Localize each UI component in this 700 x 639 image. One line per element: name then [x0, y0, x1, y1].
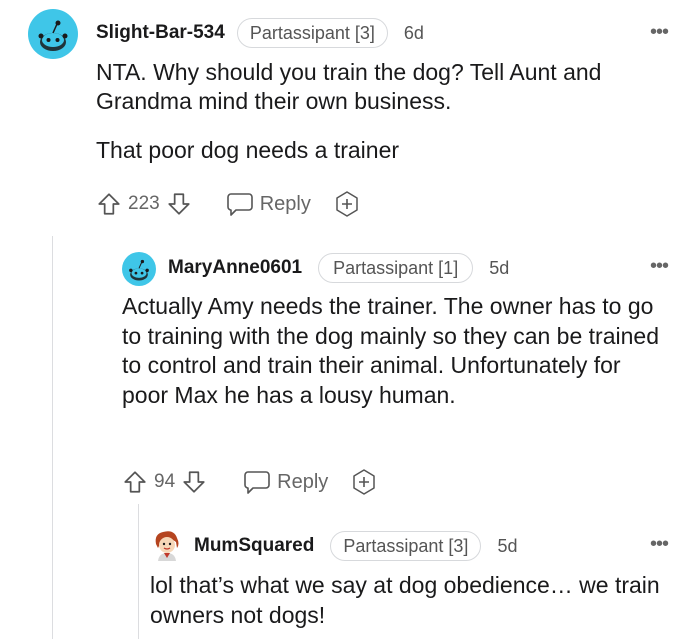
comment-body: NTA. Why should you train the dog? Tell … — [96, 59, 602, 114]
reply-button[interactable]: Reply — [226, 191, 311, 217]
username[interactable]: MumSquared — [194, 535, 314, 557]
more-options-icon[interactable]: ••• — [650, 22, 669, 42]
thread-line[interactable] — [138, 504, 139, 639]
timestamp[interactable]: 6d — [404, 23, 424, 44]
cartoon-avatar-icon — [155, 531, 179, 561]
timestamp[interactable]: 5d — [497, 536, 517, 557]
comment-bubble-icon — [226, 193, 253, 216]
user-flair: Partassipant [3] — [330, 531, 482, 561]
upvote-icon[interactable] — [96, 191, 122, 217]
reply-button[interactable]: Reply — [243, 469, 328, 495]
more-options-icon[interactable]: ••• — [650, 534, 669, 554]
user-flair: Partassipant [3] — [236, 18, 388, 48]
downvote-icon[interactable] — [181, 469, 207, 495]
reply-label: Reply — [259, 192, 311, 215]
avatar[interactable] — [122, 252, 156, 286]
comment-body: That poor dog needs a trainer — [96, 137, 400, 163]
downvote-icon[interactable] — [166, 191, 192, 217]
username[interactable]: MaryAnne0601 — [168, 257, 302, 279]
reply-label: Reply — [277, 470, 329, 493]
avatar[interactable] — [28, 9, 78, 59]
comment-body: Actually Amy needs the trainer. The owne… — [122, 293, 659, 408]
award-plus-icon[interactable] — [333, 190, 361, 218]
more-options-icon[interactable]: ••• — [650, 256, 669, 276]
upvote-icon[interactable] — [122, 469, 148, 495]
vote-count: 223 — [128, 193, 160, 214]
username[interactable]: Slight-Bar-534 — [96, 22, 225, 44]
comment-bubble-icon — [244, 471, 270, 494]
award-plus-icon[interactable] — [350, 468, 378, 496]
snoo-avatar-icon — [129, 259, 149, 281]
comment-body: lol that’s what we say at dog obedience…… — [150, 572, 660, 628]
vote-count: 94 — [154, 471, 176, 492]
timestamp[interactable]: 5d — [489, 258, 509, 279]
avatar[interactable] — [150, 528, 184, 562]
thread-line[interactable] — [52, 236, 53, 639]
user-flair: Partassipant [1] — [318, 253, 474, 283]
snoo-avatar-icon — [38, 20, 68, 51]
